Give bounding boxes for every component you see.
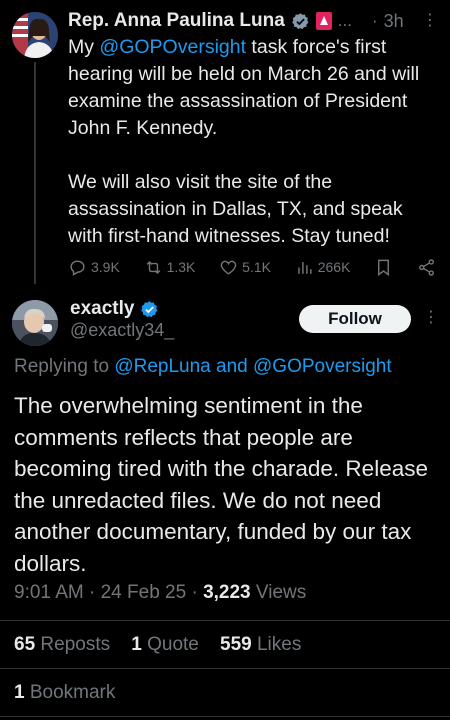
more-icon[interactable]: ⋮ — [422, 13, 438, 29]
parent-author-name[interactable]: Rep. Anna Paulina Luna — [68, 10, 285, 32]
reply-views-label: Views — [250, 582, 307, 603]
likes-label: Likes — [251, 634, 302, 655]
bookmarks-count: 1 — [14, 682, 25, 703]
dot-separator: · — [89, 582, 101, 603]
replying-mentions[interactable]: @RepLuna and @GOPoversight — [114, 356, 391, 377]
parent-action-bar: 3.9K 1.3K 5.1K 266K — [68, 254, 436, 280]
bookmark-button[interactable] — [374, 258, 393, 277]
views-icon — [297, 261, 312, 274]
divider — [0, 620, 450, 621]
reply-button[interactable]: 3.9K — [68, 258, 120, 277]
verified-badge-icon — [291, 12, 309, 29]
reposts-stat[interactable]: 65 Reposts — [14, 634, 110, 655]
reply-tweet-text: The overwhelming sentiment in the commen… — [14, 393, 428, 576]
quotes-count: 1 — [131, 634, 142, 655]
engagement-stats: 65 Reposts 1 Quote 559 Likes — [14, 634, 301, 656]
parent-ellipsis: ... — [337, 11, 352, 30]
more-icon[interactable]: ⋮ — [423, 310, 439, 326]
divider — [0, 668, 450, 669]
parent-tweet-text: My @GOPOversight task force's first hear… — [68, 34, 436, 250]
thread-connector-line — [34, 62, 36, 284]
quotes-stat[interactable]: 1 Quote — [131, 634, 199, 655]
follow-button[interactable]: Follow — [299, 305, 411, 333]
reply-date[interactable]: 24 Feb 25 — [101, 582, 187, 603]
reply-tweet-header: exactly — [70, 296, 159, 322]
reply-views-count: 3,223 — [203, 582, 251, 603]
official-affiliation-badge-icon — [315, 12, 332, 30]
parent-paragraph-2: We will also visit the site of the assas… — [68, 171, 403, 247]
bookmark-icon — [378, 259, 390, 276]
bookmarks-label: Bookmark — [24, 682, 116, 703]
quotes-label: Quote — [141, 634, 199, 655]
like-count: 5.1K — [242, 259, 271, 275]
views-button[interactable]: 266K — [295, 258, 351, 277]
parent-time[interactable]: 3h — [384, 11, 404, 32]
repost-icon — [146, 260, 160, 274]
views-count: 266K — [317, 259, 351, 275]
likes-count: 559 — [220, 634, 252, 655]
parent-text-prefix: My — [68, 36, 100, 58]
reply-author-handle[interactable]: @exactly34_ — [70, 320, 174, 341]
share-icon — [419, 258, 434, 276]
like-icon — [220, 260, 237, 275]
likes-stat[interactable]: 559 Likes — [220, 634, 301, 655]
parent-tweet-header: Rep. Anna Paulina Luna ... · 3h ⋮ — [68, 8, 438, 34]
dot-separator: · — [371, 11, 378, 30]
replying-to-line: Replying to @RepLuna and @GOPoversight — [14, 356, 392, 378]
avatar-rep-luna[interactable] — [12, 12, 58, 58]
replying-prefix: Replying to — [14, 356, 115, 377]
repost-button[interactable]: 1.3K — [144, 258, 196, 277]
share-button[interactable] — [417, 258, 436, 277]
reply-meta-line: 9:01 AM · 24 Feb 25 · 3,223 Views — [14, 582, 306, 604]
reply-author-name[interactable]: exactly — [70, 298, 134, 320]
divider — [0, 716, 450, 717]
avatar-exactly[interactable] — [12, 300, 58, 346]
reply-time[interactable]: 9:01 AM — [14, 582, 84, 603]
verified-badge-icon — [141, 300, 158, 317]
reply-count: 3.9K — [91, 259, 120, 275]
parent-paragraph-1: My @GOPOversight task force's first hear… — [68, 34, 436, 142]
reply-icon — [70, 259, 85, 276]
bookmarks-stat[interactable]: 1 Bookmark — [14, 682, 115, 704]
reposts-count: 65 — [14, 634, 36, 655]
like-button[interactable]: 5.1K — [219, 258, 271, 277]
dot-separator: · — [191, 582, 204, 603]
repost-count: 1.3K — [166, 259, 196, 275]
reposts-label: Reposts — [35, 634, 111, 655]
mention-gopoversight[interactable]: @GOPOversight — [99, 36, 246, 58]
